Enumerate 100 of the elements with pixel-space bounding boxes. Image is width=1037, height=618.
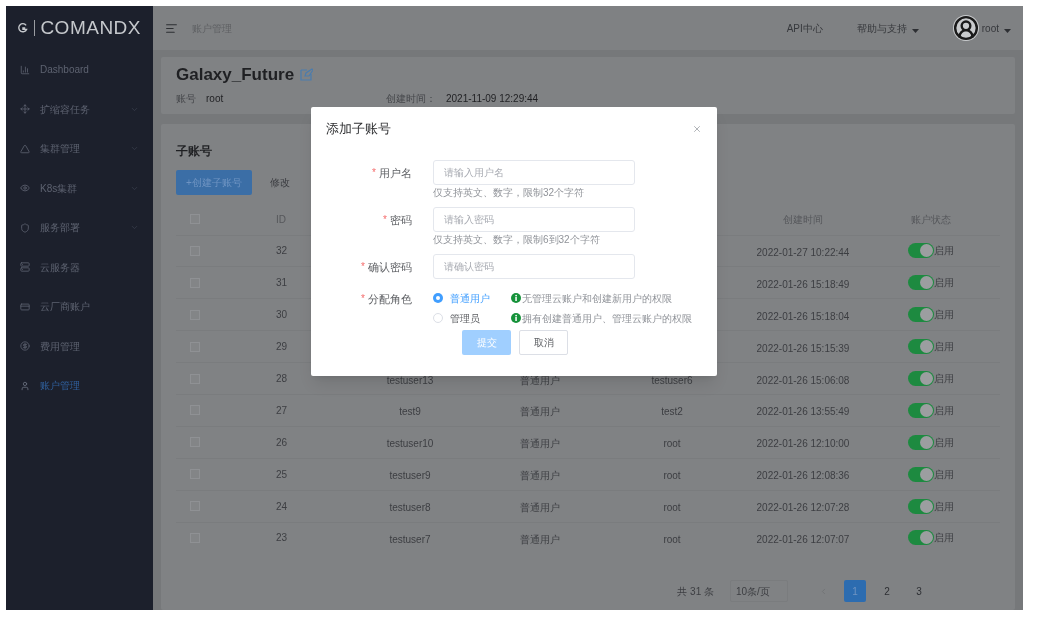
table-cell: 2022-01-27 10:22:44: [756, 246, 850, 258]
page-button[interactable]: 3: [908, 580, 930, 602]
role-note: 无管理云账户和创建新用户的权限: [522, 291, 672, 306]
status-label: 启用: [934, 403, 954, 418]
toggle-switch[interactable]: [908, 371, 934, 386]
input-field[interactable]: 请确认密码: [433, 253, 635, 279]
required-mark: *: [383, 212, 387, 227]
field-label: 密码: [390, 212, 412, 228]
field-value: root: [206, 91, 224, 106]
table-cell: testuser9: [389, 470, 431, 482]
table-cell: root: [663, 470, 681, 482]
edit-icon[interactable]: [300, 68, 314, 82]
field-hint: 仅支持英文、数字，限制6到32个字符: [433, 233, 601, 246]
table-cell: 2022-01-26 15:18:49: [756, 278, 850, 290]
info-icon: [511, 313, 521, 323]
table-cell-text: 30: [275, 308, 289, 323]
triangle-icon: [20, 143, 30, 154]
menu-icon[interactable]: [165, 21, 178, 35]
sidebar-item[interactable]: Dashboard: [6, 50, 153, 90]
eye-icon: [20, 183, 30, 194]
table-cell-text: 26: [275, 435, 289, 450]
coin-icon: [20, 341, 30, 352]
table-cell: 2022-01-26 15:18:04: [756, 310, 850, 322]
table-cell: test2: [661, 406, 683, 418]
table-cell: root: [663, 502, 681, 514]
toggle-switch[interactable]: [908, 530, 934, 546]
user-menu[interactable]: root: [981, 20, 1011, 36]
table-cell: 2022-01-26 15:15:39: [756, 342, 850, 354]
table-cell-text: 25: [275, 467, 289, 482]
table-cell-text: 29: [275, 340, 289, 355]
table-cell-text: 27: [275, 403, 289, 418]
header-link[interactable]: API中心: [786, 20, 823, 36]
sidebar-item[interactable]: 费用管理: [6, 326, 153, 366]
required-mark: *: [361, 259, 365, 274]
sidebar-item[interactable]: 集群管理: [6, 129, 153, 169]
table-cell: 2022-01-26 12:08:36: [756, 470, 850, 482]
shield-icon: [20, 222, 30, 233]
caret-icon: [911, 29, 919, 33]
total-count: 共 31 条: [677, 584, 714, 599]
cancel-button[interactable]: 取消: [519, 329, 568, 355]
toggle-switch[interactable]: [908, 466, 934, 482]
sidebar-item[interactable]: 云服务器: [6, 247, 153, 287]
table-cell: testuser7: [389, 533, 431, 545]
section-title: 子账号: [176, 142, 213, 160]
table-cell-text: 23: [275, 531, 289, 546]
page-size-select[interactable]: 10条/页: [730, 580, 788, 602]
status-label: 启用: [934, 340, 954, 355]
status-label: 启用: [934, 531, 954, 546]
role-radio[interactable]: 普通用户: [433, 290, 511, 306]
toggle-switch[interactable]: [908, 307, 934, 323]
sidebar-item[interactable]: K8s集群: [6, 168, 153, 208]
bar-chart-icon: [20, 64, 30, 75]
table-cell: root: [663, 438, 681, 450]
required-mark: *: [372, 165, 376, 180]
role-radio[interactable]: 管理员: [433, 310, 511, 326]
field-hint: 仅支持英文、数字，限制32个字符: [433, 186, 586, 199]
info-icon: [511, 293, 521, 303]
toggle-switch[interactable]: [908, 339, 934, 355]
field-label: 分配角色: [368, 291, 412, 307]
account-name: Galaxy_Future: [176, 64, 295, 86]
status-label: 启用: [934, 244, 954, 259]
table-cell: 2022-01-26 12:10:00: [756, 438, 850, 450]
caret-icon: [1004, 29, 1011, 33]
status-label: 启用: [934, 308, 954, 323]
status-label: 启用: [934, 435, 954, 450]
table-cell: test9: [399, 406, 421, 418]
table-cell: testuser8: [389, 502, 431, 514]
field-label: 用户名: [379, 165, 412, 181]
dialog-title: 添加子账号: [326, 120, 391, 138]
avatar-icon[interactable]: [952, 15, 979, 41]
table-cell: 2022-01-26 13:55:49: [756, 406, 850, 418]
toggle-switch[interactable]: [908, 275, 934, 291]
card-icon: [20, 301, 30, 312]
server-icon: [20, 262, 30, 273]
page-button[interactable]: 1: [844, 580, 866, 602]
table-cell: 2022-01-26 12:07:07: [756, 533, 850, 545]
toggle-switch[interactable]: [908, 434, 934, 450]
field-label: 确认密码: [368, 259, 412, 275]
table-cell: testuser6: [651, 374, 693, 386]
role-note: 拥有创建普通用户、管理云账户的权限: [522, 311, 692, 326]
field-value: 2021-11-09 12:29:44: [446, 91, 539, 106]
toggle-switch[interactable]: [908, 402, 934, 418]
close-icon[interactable]: [692, 123, 702, 134]
status-label: 启用: [934, 467, 954, 482]
input-field[interactable]: 请输入密码: [433, 206, 635, 232]
sidebar-item[interactable]: 账户管理: [6, 366, 153, 406]
radio-icon[interactable]: [433, 293, 443, 303]
table-cell: 2022-01-26 15:06:08: [756, 374, 850, 386]
user-icon: [20, 380, 30, 391]
edit-button[interactable]: 修改: [265, 169, 294, 195]
status-label: 启用: [934, 372, 954, 386]
table-cell-text: 24: [275, 499, 289, 514]
toggle-switch[interactable]: [908, 243, 934, 259]
page-button[interactable]: 2: [876, 580, 898, 602]
toggle-switch[interactable]: [908, 498, 934, 514]
table-cell-text: 31: [275, 276, 289, 291]
table-cell-text: 32: [275, 244, 289, 259]
table-cell: 2022-01-26 12:07:28: [756, 502, 850, 514]
input-field[interactable]: 请输入用户名: [433, 159, 635, 185]
status-label: 启用: [934, 276, 954, 291]
